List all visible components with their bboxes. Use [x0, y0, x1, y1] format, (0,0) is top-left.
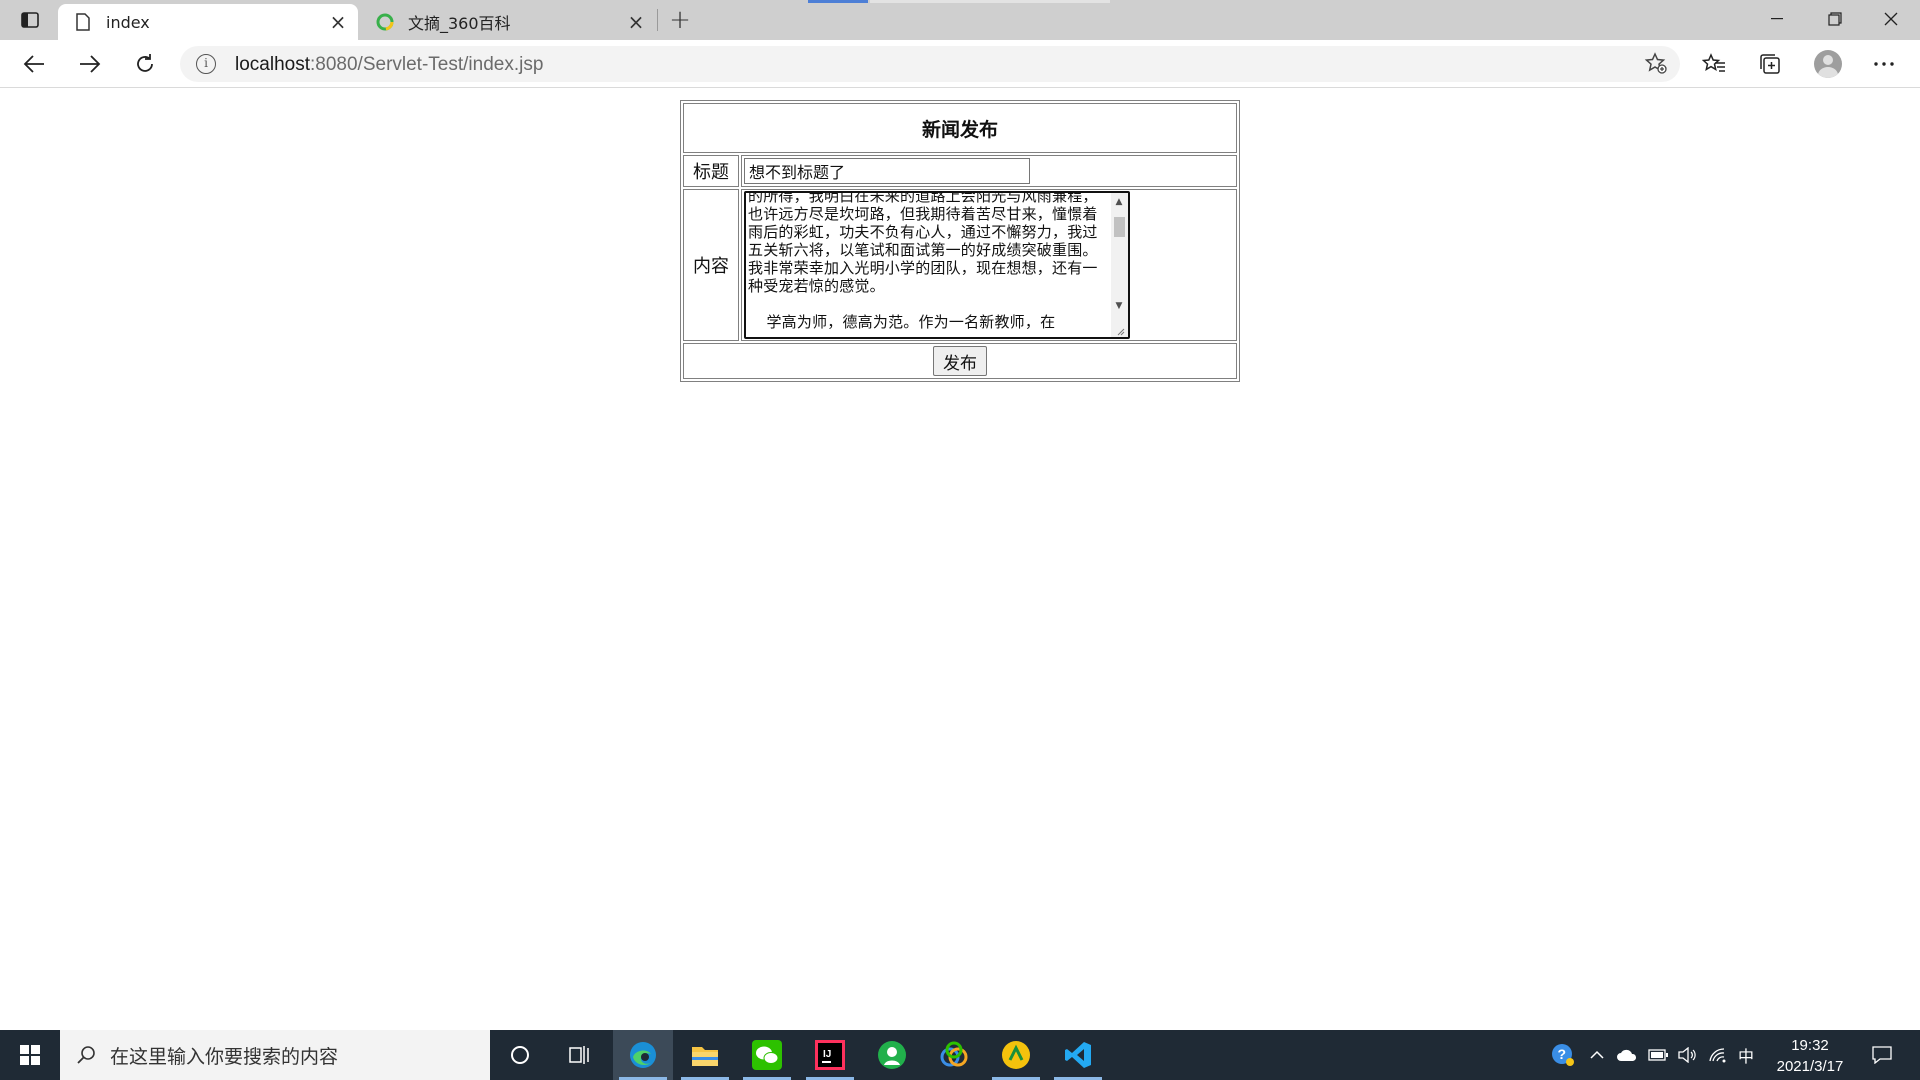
intellij-icon[interactable]: IJ	[800, 1030, 860, 1080]
content-text: 的所得，我明白在未来的道路上会阳光与风雨兼程，也许远方尽是坎坷路，但我期待着苦尽…	[748, 191, 1098, 331]
close-tab-icon[interactable]: ×	[622, 8, 650, 36]
taskbar-search-box[interactable]: 在这里输入你要搜索的内容	[60, 1030, 490, 1080]
drag-region	[870, 0, 1110, 3]
green-app-icon[interactable]	[862, 1030, 922, 1080]
tab-separator	[657, 9, 658, 31]
back-icon[interactable]	[16, 48, 52, 80]
submit-cell: 发布	[683, 343, 1237, 379]
content-label: 内容	[683, 189, 739, 341]
new-tab-icon[interactable]: +	[664, 4, 696, 36]
add-favorite-icon[interactable]	[1644, 51, 1668, 81]
more-options-icon[interactable]	[1866, 48, 1902, 80]
title-label: 标题	[683, 155, 739, 187]
profile-avatar[interactable]	[1814, 50, 1842, 78]
minimize-icon[interactable]	[1748, 0, 1806, 38]
news-form-table: 新闻发布 标题 内容 的所得，我明白在未来的道路上会阳光与风雨兼程，也许远方尽是…	[680, 100, 1240, 382]
search-icon	[74, 1043, 98, 1067]
svg-text:?: ?	[1558, 1046, 1567, 1062]
clock-time: 19:32	[1791, 1037, 1829, 1054]
taskbar: 在这里输入你要搜索的内容 IJ ? 中 19:32 2021/3/17	[0, 1030, 1920, 1080]
restore-icon[interactable]	[1806, 0, 1864, 38]
tab-title: 文摘_360百科	[408, 14, 511, 33]
content-textarea[interactable]: 的所得，我明白在未来的道路上会阳光与风雨兼程，也许远方尽是坎坷路，但我期待着苦尽…	[744, 191, 1130, 339]
screen: index × 文摘_360百科 × + i localhost:8080/Se…	[0, 0, 1920, 1080]
vscode-icon[interactable]	[1048, 1030, 1108, 1080]
tab-actions-icon[interactable]	[14, 6, 46, 34]
input-method-indicator[interactable]: 中	[1734, 1030, 1758, 1080]
resize-grip-icon[interactable]	[1115, 326, 1127, 336]
notification-center-icon[interactable]	[1862, 1030, 1902, 1080]
collections-icon[interactable]	[1752, 48, 1788, 80]
textarea-scrollbar[interactable]: ▲ ▼	[1111, 193, 1128, 337]
content-cell: 的所得，我明白在未来的道路上会阳光与风雨兼程，也许远方尽是坎坷路，但我期待着苦尽…	[741, 189, 1237, 341]
url-path: :8080/Servlet-Test/index.jsp	[310, 54, 544, 75]
wechat-icon[interactable]	[737, 1030, 797, 1080]
file-explorer-icon[interactable]	[675, 1030, 735, 1080]
drag-region-highlight	[808, 0, 868, 3]
page-content: 新闻发布 标题 内容 的所得，我明白在未来的道路上会阳光与风雨兼程，也许远方尽是…	[0, 88, 1920, 1080]
tab-index[interactable]: index ×	[58, 4, 358, 40]
cortana-icon[interactable]	[490, 1030, 550, 1080]
edge-icon[interactable]	[613, 1030, 673, 1080]
battery-icon[interactable]	[1644, 1030, 1672, 1080]
tab-title: index	[106, 12, 150, 32]
colorful-app-icon[interactable]	[924, 1030, 984, 1080]
refresh-icon[interactable]	[127, 48, 163, 80]
wifi-icon[interactable]	[1704, 1030, 1732, 1080]
publish-button[interactable]: 发布	[933, 346, 987, 376]
clock[interactable]: 19:32 2021/3/17	[1760, 1035, 1860, 1077]
forward-icon[interactable]	[72, 48, 108, 80]
search-placeholder: 在这里输入你要搜索的内容	[110, 1045, 339, 1068]
site-info-icon[interactable]: i	[196, 54, 216, 74]
tab-strip: index × 文摘_360百科 × +	[0, 0, 1920, 40]
task-view-icon[interactable]	[550, 1030, 610, 1080]
volume-icon[interactable]	[1674, 1030, 1702, 1080]
scroll-thumb[interactable]	[1114, 217, 1125, 237]
form-heading: 新闻发布	[683, 103, 1237, 153]
help-icon[interactable]: ?	[1546, 1030, 1580, 1080]
address-bar[interactable]: i localhost:8080/Servlet-Test/index.jsp	[180, 46, 1680, 82]
browser-toolbar: i localhost:8080/Servlet-Test/index.jsp	[0, 40, 1920, 88]
svg-text:IJ: IJ	[823, 1049, 831, 1060]
yellow-app-icon[interactable]	[986, 1030, 1046, 1080]
tab-360-baike[interactable]: 文摘_360百科 ×	[360, 4, 656, 40]
clock-date: 2021/3/17	[1776, 1058, 1844, 1075]
onedrive-icon[interactable]	[1612, 1030, 1642, 1080]
close-tab-icon[interactable]: ×	[324, 8, 352, 36]
url-text[interactable]: localhost:8080/Servlet-Test/index.jsp	[235, 54, 543, 76]
favorites-icon[interactable]	[1696, 48, 1732, 80]
page-icon	[74, 13, 92, 31]
scroll-up-icon[interactable]: ▲	[1114, 197, 1124, 207]
show-hidden-icons-icon[interactable]	[1584, 1030, 1610, 1080]
360-favicon-icon	[376, 13, 394, 31]
title-cell	[741, 155, 1237, 187]
scroll-down-icon[interactable]: ▼	[1114, 301, 1124, 311]
windows-start-icon[interactable]	[0, 1030, 60, 1080]
close-window-icon[interactable]	[1862, 0, 1920, 38]
title-input[interactable]	[744, 158, 1030, 184]
url-host: localhost	[235, 54, 310, 75]
